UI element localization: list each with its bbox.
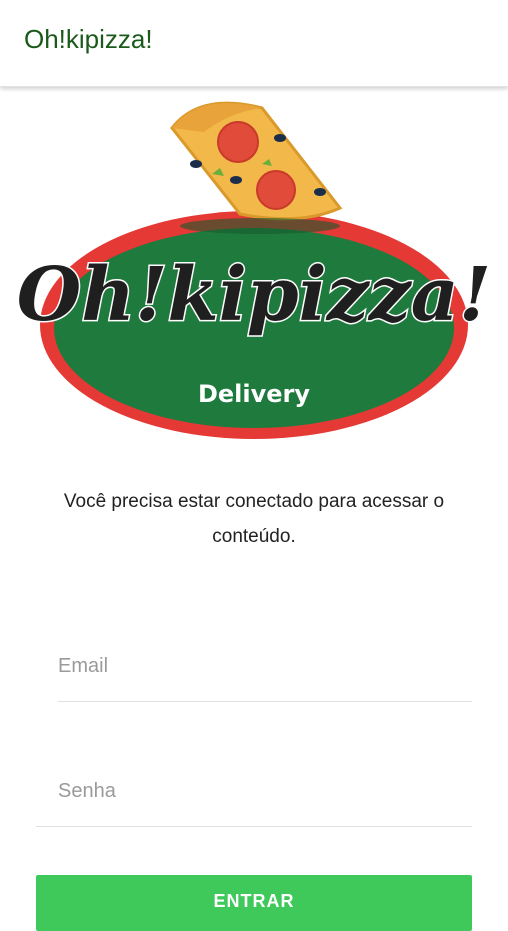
app-bar: Oh!kipizza! [0,0,508,87]
email-underline [58,701,472,702]
logo: Oh!kipizza! Delivery [0,90,508,450]
email-field-wrapper [58,642,472,692]
email-input[interactable] [58,642,472,690]
password-field-wrapper [58,767,472,817]
pizza-slice-icon [170,101,343,234]
app-title: Oh!kipizza! [24,24,153,54]
password-input[interactable] [58,767,472,815]
logo-brand-text: Oh!kipizza! [17,252,491,338]
login-button[interactable]: ENTRAR [36,875,472,931]
password-underline [36,826,472,827]
login-required-message: Você precisa estar conectado para acessa… [63,491,445,547]
pizza-logo-graphic: Oh!kipizza! Delivery [15,101,493,439]
logo-subtitle: Delivery [198,380,310,408]
